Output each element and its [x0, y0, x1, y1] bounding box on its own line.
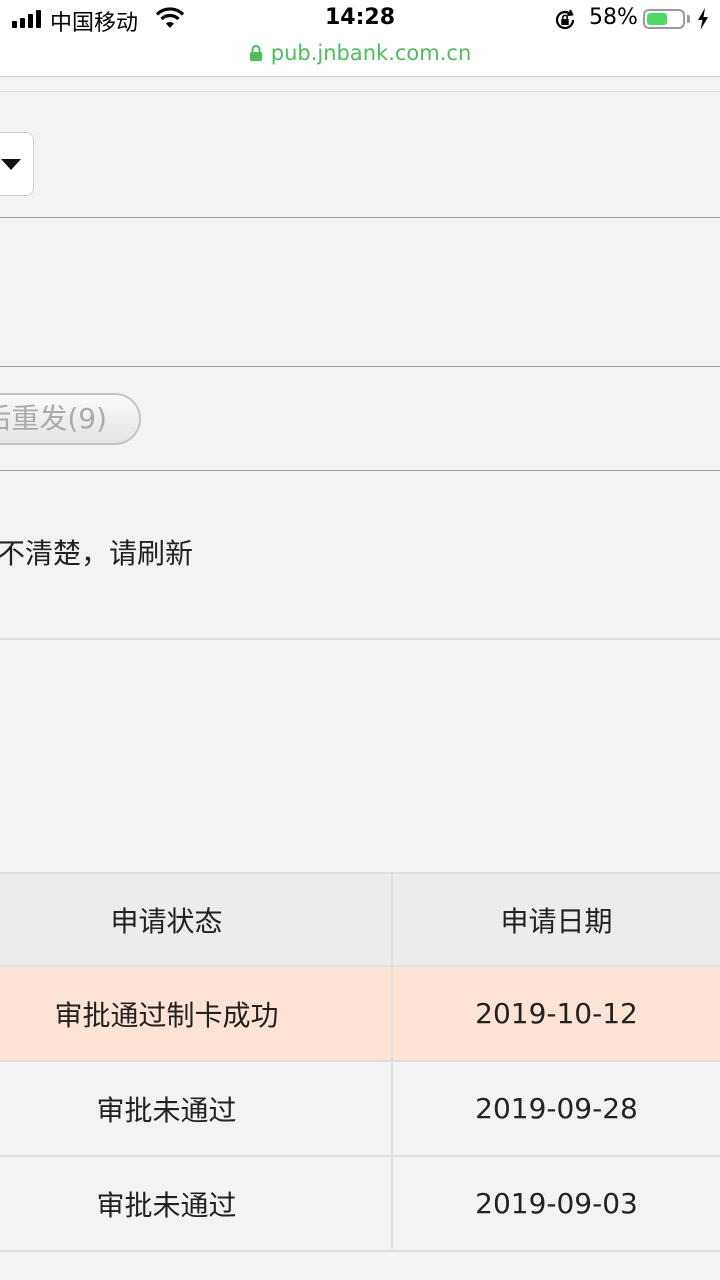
padlock-icon [249, 42, 263, 68]
status-bar: 中国移动 14:28 58% [0, 0, 720, 40]
table-header-row: 申请状态 申请日期 [0, 872, 720, 967]
divider [0, 217, 720, 218]
charging-bolt-icon [697, 8, 709, 34]
application-status-table: 申请状态 申请日期 审批通过制卡成功 2019-10-12 审批未通过 2019… [0, 872, 720, 1252]
date-cell: 2019-09-03 [475, 1187, 638, 1220]
battery-level [647, 13, 667, 25]
table-row: 审批未通过 2019-09-28 [0, 1062, 720, 1157]
address-bar[interactable]: pub.jnbank.com.cn [0, 40, 720, 77]
status-cell: 审批未通过 [0, 1062, 393, 1155]
column-header-status: 申请状态 [0, 874, 393, 965]
battery-tip [687, 15, 690, 23]
column-header-date: 申请日期 [500, 904, 613, 938]
select-dropdown[interactable] [0, 132, 34, 196]
date-cell: 2019-10-12 [475, 997, 638, 1030]
table-row: 审批未通过 2019-09-03 [0, 1157, 720, 1252]
url-text: pub.jnbank.com.cn [270, 41, 472, 65]
divider [0, 638, 720, 640]
divider [0, 366, 720, 367]
captcha-hint-text: 不清楚，请刷新 [0, 537, 194, 570]
url-display[interactable]: pub.jnbank.com.cn [0, 40, 720, 68]
resend-code-button[interactable]: 后重发(9) [0, 393, 141, 445]
divider [0, 470, 720, 471]
status-cell: 审批通过制卡成功 [0, 967, 393, 1060]
status-cell: 审批未通过 [0, 1157, 393, 1250]
divider [0, 91, 720, 92]
caret-down-icon [1, 159, 21, 170]
date-cell: 2019-09-28 [475, 1092, 638, 1125]
table-row: 审批通过制卡成功 2019-10-12 [0, 967, 720, 1062]
battery-percent: 58% [589, 5, 638, 30]
battery-icon [643, 9, 685, 29]
page: 中国移动 14:28 58% pub.jnbank.com.cn 重发(9) 不… [0, 0, 720, 1280]
rotation-lock-icon [553, 8, 577, 36]
